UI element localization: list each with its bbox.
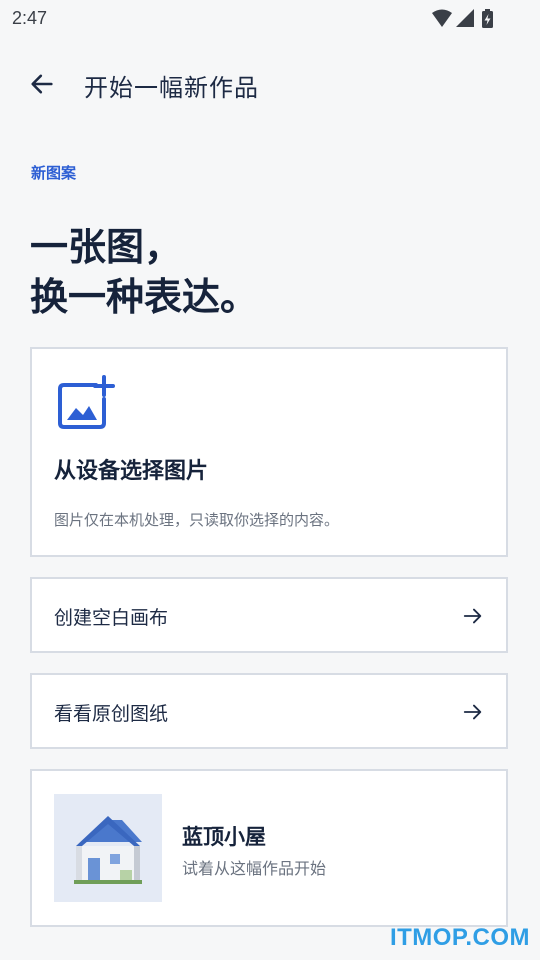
headline: 一张图， 换一种表达。 bbox=[30, 222, 258, 322]
pick-image-card[interactable]: 从设备选择图片 图片仅在本机处理，只读取你选择的内容。 bbox=[30, 347, 508, 557]
section-eyebrow: 新图案 bbox=[31, 164, 77, 182]
battery-charging-icon bbox=[482, 9, 493, 28]
sample-description: 试着从这幅作品开始 bbox=[182, 859, 327, 878]
create-blank-canvas-button[interactable]: 创建空白画布 bbox=[30, 577, 508, 653]
sample-thumbnail bbox=[54, 794, 162, 902]
status-icons bbox=[432, 9, 493, 28]
sample-title: 蓝顶小屋 bbox=[182, 825, 266, 849]
view-original-patterns-button[interactable]: 看看原创图纸 bbox=[30, 673, 508, 749]
page-title: 开始一幅新作品 bbox=[84, 74, 259, 102]
arrow-right-icon bbox=[463, 704, 482, 720]
cellular-signal-icon bbox=[456, 9, 474, 27]
back-button[interactable] bbox=[24, 66, 60, 102]
headline-line-1: 一张图， bbox=[30, 225, 183, 269]
view-original-patterns-label: 看看原创图纸 bbox=[54, 703, 169, 725]
sample-pattern-card[interactable]: 蓝顶小屋 试着从这幅作品开始 bbox=[30, 769, 508, 927]
pick-image-description: 图片仅在本机处理，只读取你选择的内容。 bbox=[54, 511, 340, 529]
headline-line-2: 换一种表达。 bbox=[30, 275, 259, 319]
watermark: ITMOP.COM bbox=[389, 924, 530, 951]
status-bar: 2:47 bbox=[0, 0, 540, 36]
create-blank-canvas-label: 创建空白画布 bbox=[54, 607, 169, 629]
wifi-icon bbox=[432, 9, 452, 27]
app-bar: 开始一幅新作品 bbox=[0, 56, 540, 112]
pick-image-title: 从设备选择图片 bbox=[54, 459, 209, 484]
status-time: 2:47 bbox=[12, 8, 48, 28]
arrow-left-icon bbox=[31, 74, 53, 94]
add-photo-icon bbox=[58, 375, 115, 429]
arrow-right-icon bbox=[463, 608, 482, 624]
pixel-house-icon bbox=[74, 816, 142, 884]
